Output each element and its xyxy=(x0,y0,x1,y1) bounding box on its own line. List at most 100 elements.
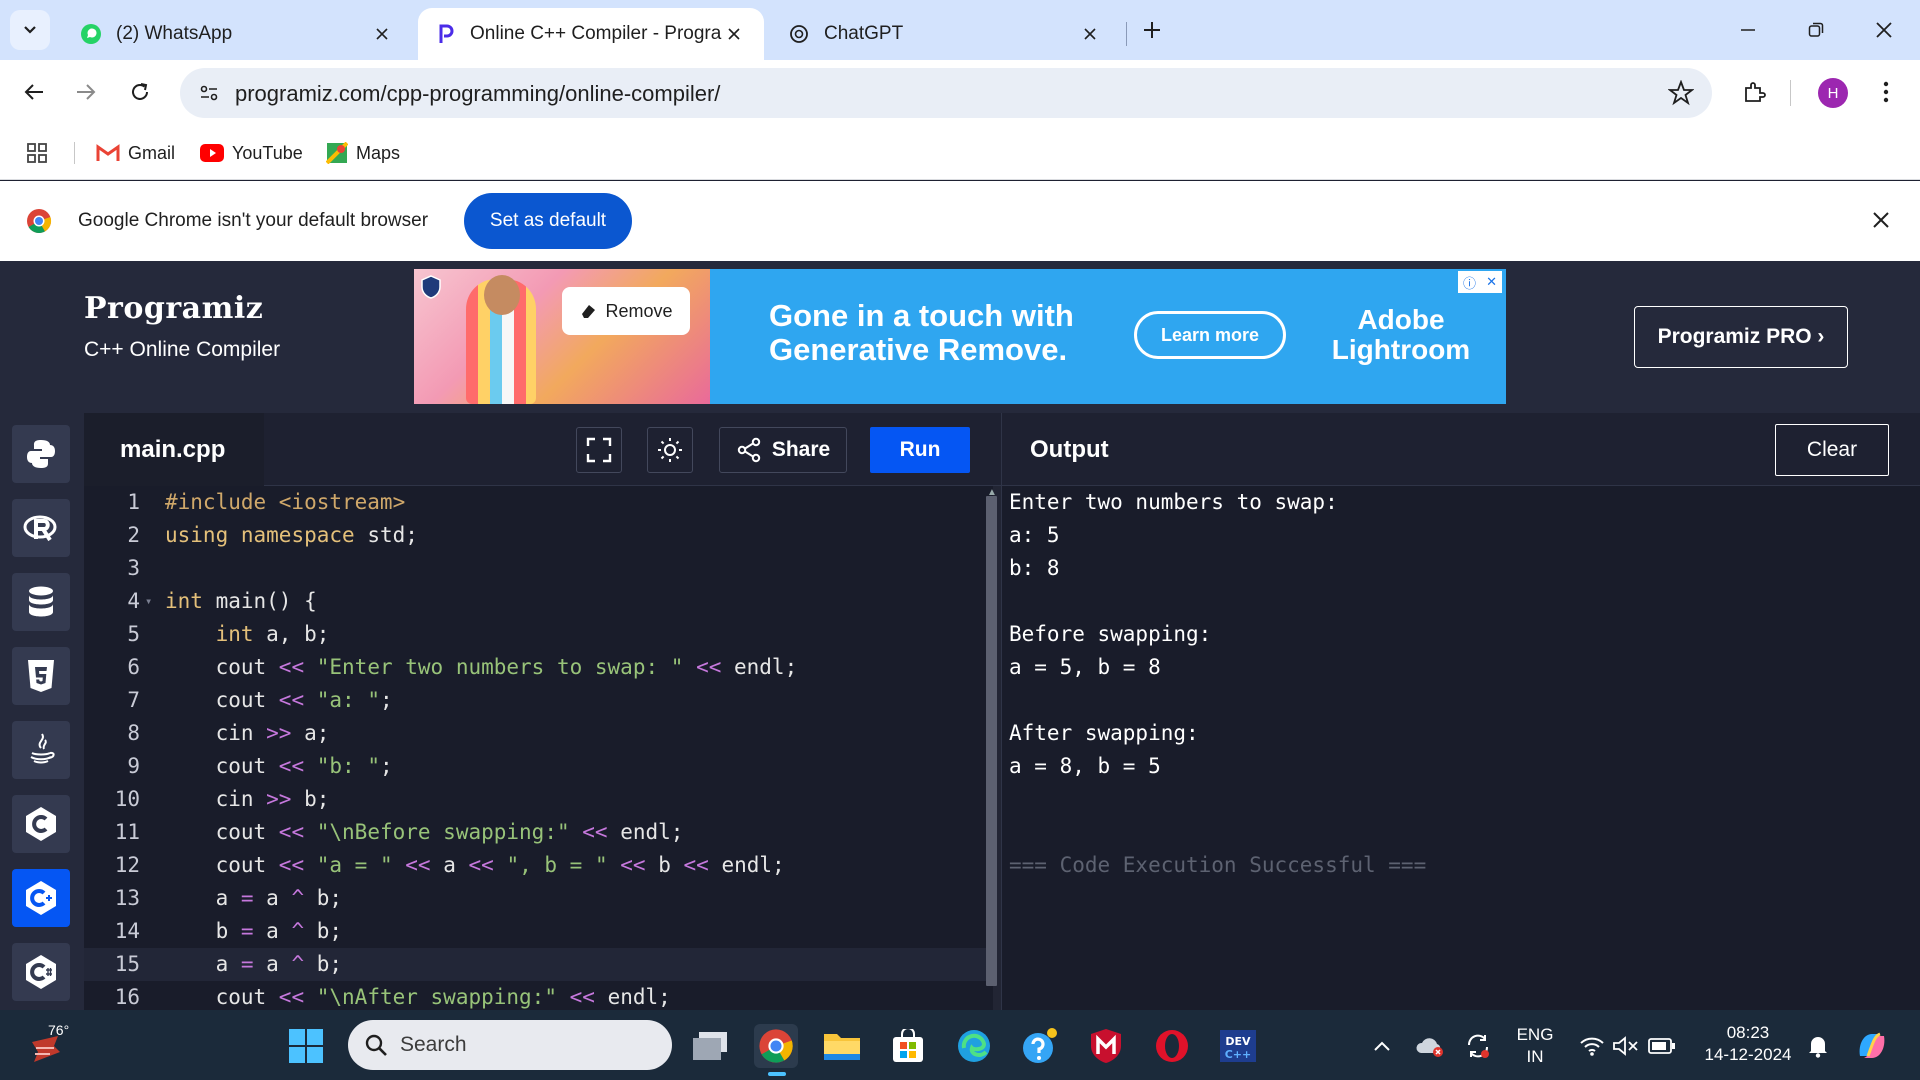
clear-button[interactable]: Clear xyxy=(1775,424,1889,476)
language-html[interactable] xyxy=(12,647,70,705)
new-tab-button[interactable] xyxy=(1136,14,1168,46)
code-text[interactable]: int a, b; xyxy=(165,618,330,651)
chrome-menu-button[interactable] xyxy=(1866,72,1906,112)
code-text[interactable]: cout << "b: "; xyxy=(165,750,393,783)
code-text[interactable]: cin >> a; xyxy=(165,717,330,750)
address-bar[interactable]: programiz.com/cpp-programming/online-com… xyxy=(180,68,1712,118)
programiz-pro-button[interactable]: Programiz PRO › xyxy=(1634,306,1848,368)
info-icon[interactable]: ⓘ xyxy=(1463,273,1476,292)
code-text[interactable]: cin >> b; xyxy=(165,783,330,816)
ad-learn-more-button[interactable]: Learn more xyxy=(1134,311,1286,359)
close-tab-icon[interactable] xyxy=(370,22,394,46)
taskbar-opera[interactable] xyxy=(1150,1024,1194,1068)
code-text[interactable]: cout << "Enter two numbers to swap: " <<… xyxy=(165,651,798,684)
code-text[interactable]: a = a ^ b; xyxy=(165,948,342,981)
code-line[interactable]: 2 using namespace std; xyxy=(84,519,993,552)
code-editor[interactable]: 1 #include <iostream> 2 using namespace std… xyxy=(84,486,993,1010)
language-java[interactable] xyxy=(12,721,70,779)
code-line[interactable]: 4 int main() {▾ xyxy=(84,585,993,618)
bookmark-maps[interactable]: Maps xyxy=(326,140,400,166)
language-csharp[interactable] xyxy=(12,943,70,1001)
code-line[interactable]: 16 cout << "\nAfter swapping:" << endl; xyxy=(84,981,993,1010)
tab-whatsapp[interactable]: (2) WhatsApp xyxy=(62,8,412,60)
language-python[interactable] xyxy=(12,425,70,483)
programiz-logo[interactable]: Programiz C++ Online Compiler xyxy=(84,291,280,362)
restore-button[interactable] xyxy=(1796,10,1836,50)
code-line[interactable]: 10 cin >> b; xyxy=(84,783,993,816)
taskbar-help[interactable] xyxy=(1018,1024,1062,1068)
notifications-button[interactable] xyxy=(1796,1024,1840,1068)
tab-search-button[interactable] xyxy=(10,10,50,50)
start-button[interactable] xyxy=(284,1024,328,1068)
tab-chatgpt[interactable]: ChatGPT xyxy=(770,8,1120,60)
close-tab-icon[interactable] xyxy=(1078,22,1102,46)
forward-button[interactable] xyxy=(66,72,106,112)
bookmark-star-icon[interactable] xyxy=(1668,80,1694,106)
close-ad-icon[interactable]: ✕ xyxy=(1486,274,1497,290)
code-line[interactable]: 9 cout << "b: "; xyxy=(84,750,993,783)
code-line[interactable]: 1 #include <iostream> xyxy=(84,486,993,519)
taskbar-chrome[interactable] xyxy=(754,1024,798,1076)
copilot-button[interactable] xyxy=(1850,1024,1894,1068)
bookmark-youtube[interactable]: YouTube xyxy=(200,140,303,166)
ad-choices[interactable]: ⓘ ✕ xyxy=(1458,271,1502,293)
code-text[interactable]: #include <iostream> xyxy=(165,486,405,519)
taskbar-search[interactable]: Search xyxy=(348,1020,672,1070)
minimize-button[interactable] xyxy=(1728,10,1768,50)
code-text[interactable]: cout << "a: "; xyxy=(165,684,393,717)
code-line[interactable]: 5 int a, b; xyxy=(84,618,993,651)
close-icon[interactable] xyxy=(1872,211,1890,229)
reload-button[interactable] xyxy=(120,72,160,112)
fullscreen-button[interactable] xyxy=(576,427,622,473)
sync-tray[interactable] xyxy=(1456,1024,1500,1068)
back-button[interactable] xyxy=(14,72,54,112)
run-button[interactable]: Run xyxy=(870,427,970,473)
tab-online-compiler[interactable]: Online C++ Compiler - Program xyxy=(418,8,764,60)
show-hidden-icons-button[interactable] xyxy=(1360,1024,1404,1068)
close-window-button[interactable] xyxy=(1864,10,1904,50)
language-indicator[interactable]: ENG IN xyxy=(1514,1024,1556,1068)
battery-tray[interactable] xyxy=(1640,1024,1684,1068)
code-text[interactable]: int main() { xyxy=(165,585,317,618)
code-text[interactable]: cout << "\nAfter swapping:" << endl; xyxy=(165,981,671,1010)
onedrive-tray[interactable] xyxy=(1408,1024,1452,1068)
language-c[interactable] xyxy=(12,795,70,853)
code-line[interactable]: 14 b = a ^ b; xyxy=(84,915,993,948)
code-text[interactable]: cout << "\nBefore swapping:" << endl; xyxy=(165,816,684,849)
close-tab-icon[interactable] xyxy=(722,22,746,46)
extensions-button[interactable] xyxy=(1734,72,1774,112)
taskbar-mcafee[interactable] xyxy=(1084,1024,1128,1068)
advertisement-banner[interactable]: Remove Gone in a touch with Generative R… xyxy=(414,269,1506,404)
language-cpp[interactable] xyxy=(12,869,70,927)
language-sql[interactable] xyxy=(12,573,70,631)
apps-button[interactable] xyxy=(26,140,48,166)
code-line[interactable]: 7 cout << "a: "; xyxy=(84,684,993,717)
file-tab-main-cpp[interactable]: main.cpp xyxy=(84,413,264,486)
code-text[interactable]: a = a ^ b; xyxy=(165,882,342,915)
fold-arrow-icon[interactable]: ▾ xyxy=(145,585,152,618)
taskbar-edge[interactable] xyxy=(952,1024,996,1068)
code-line[interactable]: 13 a = a ^ b; xyxy=(84,882,993,915)
taskbar-file-explorer[interactable] xyxy=(820,1024,864,1068)
code-text[interactable]: b = a ^ b; xyxy=(165,915,342,948)
code-line[interactable]: 12 cout << "a = " << a << ", b = " << b … xyxy=(84,849,993,882)
bookmark-gmail[interactable]: Gmail xyxy=(96,140,175,166)
profile-avatar[interactable]: H xyxy=(1818,78,1848,108)
code-line[interactable]: 11 cout << "\nBefore swapping:" << endl; xyxy=(84,816,993,849)
task-view-button[interactable] xyxy=(688,1024,732,1068)
editor-scrollbar-thumb[interactable] xyxy=(986,496,997,986)
language-r[interactable] xyxy=(12,499,70,557)
code-line[interactable]: 6 cout << "Enter two numbers to swap: " … xyxy=(84,651,993,684)
code-line[interactable]: 3 xyxy=(84,552,993,585)
output-console[interactable]: Enter two numbers to swap: a: 5 b: 8 Before… xyxy=(1001,486,1920,1010)
taskbar-store[interactable] xyxy=(886,1024,930,1068)
site-info-icon[interactable] xyxy=(198,82,220,104)
share-button[interactable]: Share xyxy=(719,427,847,473)
clock[interactable]: 08:23 14-12-2024 xyxy=(1694,1022,1802,1066)
code-line[interactable]: 15 a = a ^ b; xyxy=(84,948,993,981)
scroll-up-arrow-icon[interactable]: ▲ xyxy=(987,487,997,498)
theme-toggle-button[interactable] xyxy=(647,427,693,473)
code-text[interactable]: using namespace std; xyxy=(165,519,418,552)
code-line[interactable]: 8 cin >> a; xyxy=(84,717,993,750)
taskbar-devcpp[interactable]: DEV C++ xyxy=(1216,1024,1260,1068)
